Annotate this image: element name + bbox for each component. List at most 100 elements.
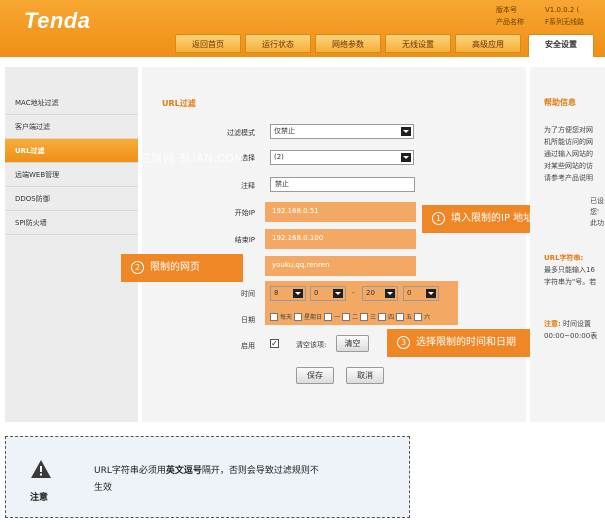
meta-values: V1.0.0.2 ( F系列无线路 — [545, 4, 605, 28]
product-value: F系列无线路 — [545, 18, 585, 26]
sidebar-item-client-filter[interactable]: 客户端过滤 — [5, 115, 138, 139]
filter-mode-select[interactable]: 仅禁止 — [270, 124, 414, 139]
callout-number: 3 — [397, 335, 410, 349]
help-line: 最多只能输入16 — [544, 266, 595, 274]
start-ip-input[interactable]: 192.168.0.51 — [272, 207, 319, 215]
watermark: 三联网 3LIAN.COM — [140, 152, 245, 165]
tab-security[interactable]: 安全设置 — [528, 34, 594, 57]
note-input[interactable]: 禁止 — [270, 177, 415, 192]
clear-button[interactable]: 清空 — [336, 335, 369, 352]
start-ip-label: 开始IP — [234, 209, 255, 217]
help-url-title: URL字符串: — [544, 254, 584, 262]
date-label: 日期 — [241, 316, 255, 324]
callout-number: 2 — [131, 260, 144, 274]
rule-select-value: (2) — [274, 153, 284, 161]
day-sunday: 星期日 — [304, 314, 323, 321]
help-note-title: 注意: — [544, 320, 561, 328]
help-line: 此功 — [590, 219, 604, 227]
notice-text-part: 隔开，否则会导致过滤规则不 — [201, 466, 319, 476]
help-title: 帮助信息 — [544, 98, 576, 107]
sidebar-item-remote-web[interactable]: 远端WEB管理 — [5, 163, 138, 187]
rule-select[interactable]: (2) — [270, 150, 414, 165]
chevron-down-icon — [293, 289, 303, 298]
chevron-down-icon — [333, 289, 343, 298]
tab-advanced[interactable]: 高级应用 — [455, 34, 521, 53]
sidebar-item-ddos[interactable]: DDOS防御 — [5, 187, 138, 211]
help-line: 对某些网站的访 — [544, 162, 593, 170]
warning-icon — [30, 459, 52, 481]
chevron-down-icon — [401, 127, 411, 136]
chevron-down-icon — [426, 289, 436, 298]
sidebar-item-spi-firewall[interactable]: SPI防火墙 — [5, 211, 138, 235]
callout-time-date: 3 选择限制的时间和日期 — [387, 329, 550, 357]
sidebar-item-url-filter[interactable]: URL过滤 — [5, 139, 138, 163]
end-ip-input[interactable]: 192.168.0.100 — [272, 234, 323, 242]
notice-text-part: 生效 — [94, 483, 113, 493]
chevron-down-icon — [385, 289, 395, 298]
end-minute-select[interactable]: 0 — [403, 286, 439, 301]
day-monday: 一 — [334, 314, 341, 321]
help-line: 通过输入网站的 — [544, 150, 593, 158]
url-input[interactable]: youku,qq,renren — [272, 261, 329, 269]
help-line: 为了方便您对网 — [544, 126, 593, 134]
help-line: 00:00~00:00表 — [544, 332, 598, 340]
checkbox-wednesday[interactable] — [360, 312, 369, 321]
end-hour-value: 20 — [366, 289, 375, 297]
help-line: 请参考产品说明 — [544, 174, 593, 182]
start-hour-select[interactable]: 8 — [270, 286, 306, 301]
day-checkboxes: 每天 星期日 一 二 三 四 五 六 — [270, 312, 430, 321]
notice-text-bold: 英文逗号 — [165, 466, 202, 476]
end-hour-select[interactable]: 20 — [362, 286, 398, 301]
callout-text: 选择限制的时间和日期 — [416, 337, 516, 348]
tab-home[interactable]: 返回首页 — [175, 34, 241, 53]
save-button[interactable]: 保存 — [296, 367, 334, 384]
chevron-down-icon — [401, 153, 411, 162]
meta-labels: 版本号 产品名称 — [496, 4, 524, 28]
checkbox-saturday[interactable] — [414, 312, 423, 321]
help-text: 为了方便您对网 机所能访问的网 通过输入网站的 对某些网站的访 请参考产品说明 — [544, 124, 605, 184]
tab-network[interactable]: 网络参数 — [315, 34, 381, 53]
notice-label: 注意 — [30, 493, 49, 503]
checkbox-tuesday[interactable] — [342, 312, 351, 321]
checkbox-monday[interactable] — [324, 312, 333, 321]
help-panel — [530, 67, 605, 422]
page-title: URL过滤 — [162, 99, 196, 108]
tab-status[interactable]: 运行状态 — [245, 34, 311, 53]
checkbox-sunday[interactable] — [294, 312, 303, 321]
day-everyday: 每天 — [280, 314, 293, 321]
start-minute-select[interactable]: 0 — [310, 286, 346, 301]
callout-number: 1 — [432, 211, 445, 225]
help-line: 时间设置 — [563, 320, 592, 328]
day-friday: 五 — [406, 314, 413, 321]
notice-text: URL字符串必须用英文逗号隔开，否则会导致过滤规则不 生效 — [94, 463, 374, 497]
enable-label: 启用 — [241, 342, 255, 350]
help-line: 机所能访问的网 — [544, 138, 593, 146]
help-text-extra: 已设 您' 此功 — [590, 196, 605, 229]
notice-text-part: URL字符串必须用 — [94, 466, 166, 476]
checkbox-thursday[interactable] — [378, 312, 387, 321]
product-label: 产品名称 — [496, 18, 524, 26]
start-minute-value: 0 — [314, 289, 319, 297]
help-line: 字符串为"号。若 — [544, 278, 597, 286]
callout-text: 限制的网页 — [150, 262, 200, 273]
version-value: V1.0.0.2 ( — [545, 6, 580, 14]
end-ip-label: 结束IP — [234, 236, 255, 244]
day-wednesday: 三 — [370, 314, 377, 321]
callout-url: 2 限制的网页 — [121, 254, 243, 282]
sidebar-item-mac-filter[interactable]: MAC地址过滤 — [5, 91, 138, 115]
cancel-button[interactable]: 取消 — [346, 367, 384, 384]
time-label: 时间 — [241, 290, 255, 298]
filter-mode-value: 仅禁止 — [274, 127, 295, 135]
checkbox-everyday[interactable] — [270, 312, 278, 321]
help-line: 已设 — [590, 197, 604, 205]
checkbox-friday[interactable] — [396, 312, 405, 321]
time-separator: - — [352, 288, 355, 297]
enable-checkbox[interactable]: ✓ — [270, 339, 279, 348]
help-line: 您' — [590, 208, 599, 216]
filter-mode-label: 过滤模式 — [227, 129, 255, 137]
day-thursday: 四 — [388, 314, 395, 321]
day-tuesday: 二 — [352, 314, 359, 321]
help-note-section: 注意: 时间设置 00:00~00:00表 — [544, 318, 605, 342]
version-label: 版本号 — [496, 6, 517, 14]
tab-wireless[interactable]: 无线设置 — [385, 34, 451, 53]
